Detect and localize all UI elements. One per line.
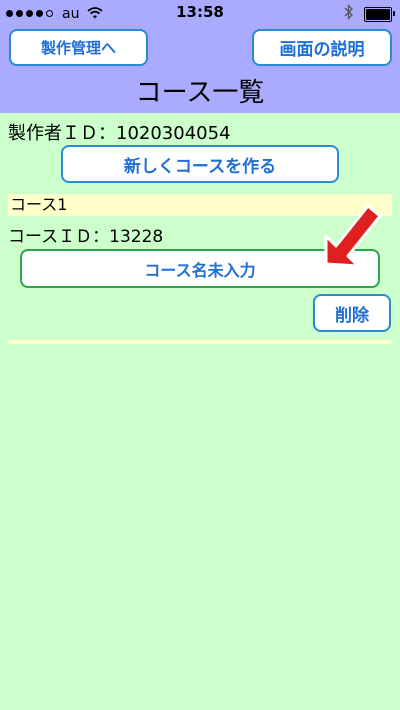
create-course-button[interactable]: 新しくコースを作る (61, 145, 339, 183)
status-bar: au 13:58 (0, 0, 400, 26)
delete-button[interactable]: 削除 (313, 294, 391, 332)
header-area: au 13:58 製作管理へ 画面の説明 コース一覧 (0, 0, 400, 113)
status-time: 13:58 (176, 3, 224, 21)
course-id-text: コースＩＤ：13228 (8, 227, 164, 247)
battery-tip (393, 10, 395, 16)
back-to-management-button[interactable]: 製作管理へ (9, 29, 148, 66)
battery-fill (366, 8, 390, 20)
status-right (344, 3, 395, 24)
battery-icon (364, 6, 395, 22)
bluetooth-icon (344, 3, 354, 24)
arrow-pointer-icon (322, 200, 386, 270)
maker-id-text: 製作者ＩＤ：1020304054 (8, 123, 231, 144)
divider (8, 340, 392, 344)
screen-help-button[interactable]: 画面の説明 (252, 29, 392, 66)
page-title: コース一覧 (135, 78, 265, 108)
